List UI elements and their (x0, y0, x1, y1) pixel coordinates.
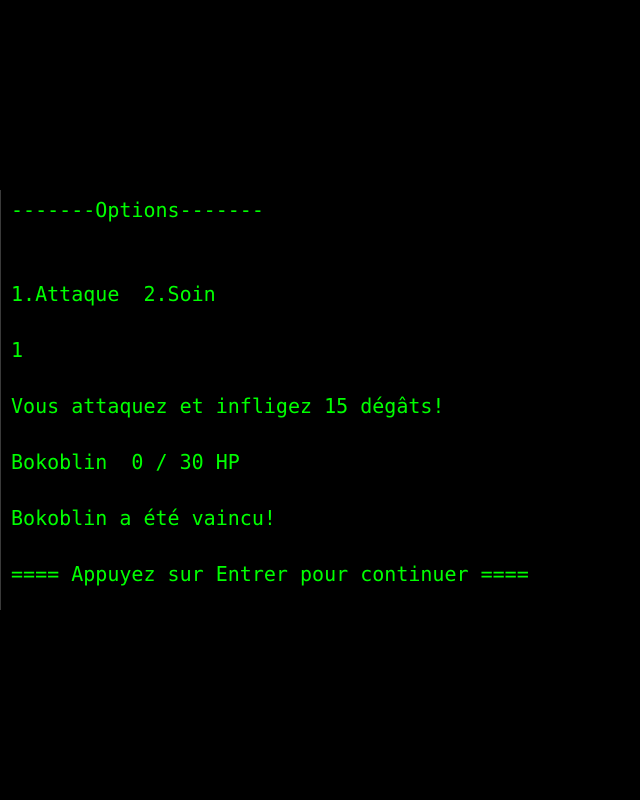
options-header: -------Options------- (11, 198, 264, 222)
user-input: 1 (11, 338, 24, 362)
defeat-message: Bokoblin a été vaincu! (11, 506, 276, 530)
options-menu: 1.Attaque 2.Soin (11, 282, 216, 306)
terminal-output: -------Options------- 1.Attaque 2.Soin 1… (0, 190, 640, 610)
continue-prompt[interactable]: ==== Appuyez sur Entrer pour continuer =… (11, 562, 529, 586)
enemy-hp-status: Bokoblin 0 / 30 HP (11, 450, 240, 474)
attack-message: Vous attaquez et infligez 15 dégâts! (11, 394, 445, 418)
